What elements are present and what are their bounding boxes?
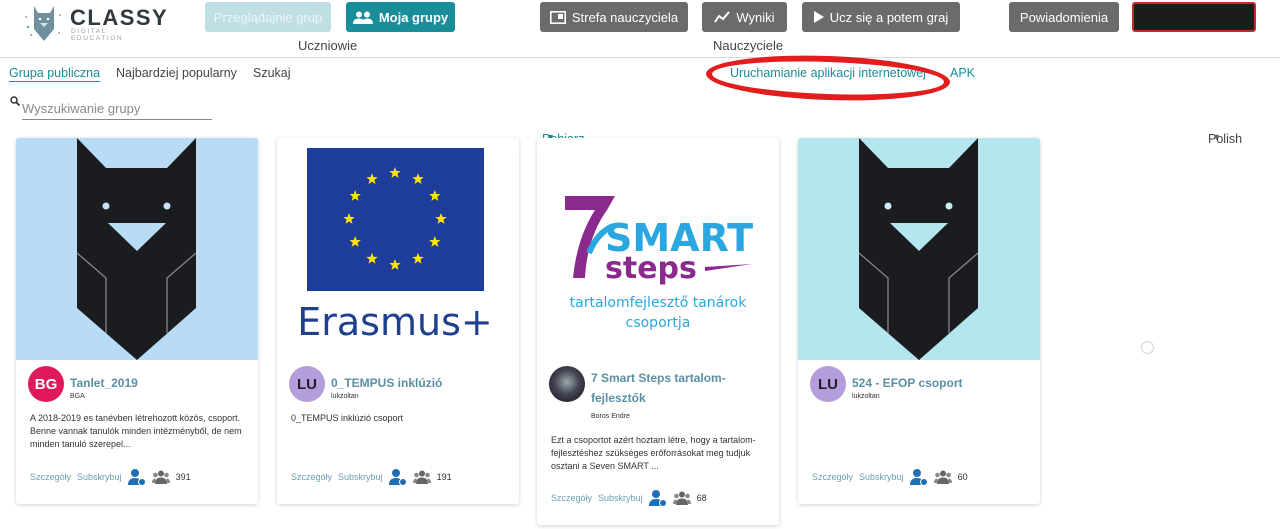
members-icon <box>672 491 691 505</box>
results-label: Wyniki <box>736 9 775 25</box>
fox-mascot-icon <box>858 138 979 360</box>
group-search-input[interactable] <box>22 98 212 120</box>
teachers-group-label: Nauczyciele <box>713 38 784 53</box>
group-owner: lukzoltan <box>852 393 880 400</box>
member-count: 191 <box>436 472 452 482</box>
smart-steps-subtitle-1: tartalomfejlesztő tanárok <box>570 295 748 311</box>
avatar: LU <box>810 366 846 402</box>
group-title[interactable]: 0_TEMPUS inklúzió <box>331 373 511 393</box>
subscribe-link[interactable]: Subskrybuj <box>859 472 904 482</box>
group-description: A 2018-2019 es tanévben létrehozott közö… <box>30 413 242 449</box>
fox-logo-icon <box>25 6 61 41</box>
group-owner: BGA <box>70 393 85 400</box>
group-card[interactable]: SMART steps tartalomfejlesztő tanárok cs… <box>537 138 779 525</box>
members-icon <box>933 470 952 484</box>
apk-link[interactable]: APK <box>950 66 975 80</box>
card-actions: Szczegóły Subskrybuj 60 <box>812 468 968 486</box>
members-icon <box>151 470 170 484</box>
results-button[interactable]: Wyniki <box>702 2 787 32</box>
account-button[interactable] <box>1132 2 1256 32</box>
member-count: 391 <box>175 472 191 482</box>
card-actions: Szczegóły Subskrybuj 391 <box>30 468 191 486</box>
group-owner: lukzoltan <box>331 393 359 400</box>
details-link[interactable]: Szczegóły <box>551 493 592 503</box>
members-icon <box>412 470 431 484</box>
group-description: Ezt a csoportot azért hoztam létre, hogy… <box>551 435 756 471</box>
chart-line-icon <box>714 11 731 23</box>
member-count: 68 <box>696 493 707 503</box>
learn-then-play-button[interactable]: Ucz się a potem graj <box>802 2 960 32</box>
teacher-zone-label: Strefa nauczyciela <box>571 9 679 25</box>
details-link[interactable]: Szczegóły <box>30 472 71 482</box>
notifications-button[interactable]: Powiadomienia <box>1009 2 1119 32</box>
subscribe-user-icon[interactable] <box>388 468 407 486</box>
web-app-link[interactable]: Uruchamianie aplikacji internetowej <box>730 66 926 80</box>
avatar-photo <box>549 366 585 402</box>
subscribe-link[interactable]: Subskrybuj <box>338 472 383 482</box>
tab-search[interactable]: Szukaj <box>253 66 291 80</box>
subscribe-link[interactable]: Subskrybuj <box>77 472 122 482</box>
card-actions: Szczegóły Subskrybuj 191 <box>291 468 452 486</box>
group-description: 0_TEMPUS inklúzió csoport <box>291 413 404 423</box>
group-card[interactable]: LU 524 - EFOP csoport lukzoltan Szczegół… <box>798 138 1040 504</box>
group-card[interactable]: BG Tanlet_2019 BGA A 2018-2019 es tanévb… <box>16 138 258 504</box>
classy-logo[interactable]: CLASSY DIGITAL EDUCATION <box>22 3 167 43</box>
panel-icon <box>549 10 566 24</box>
eu-flag-icon: Erasmus+ <box>297 148 493 344</box>
group-search <box>10 96 214 122</box>
browse-groups-button[interactable]: Przeglądajnie grup <box>205 2 331 32</box>
subscribe-user-icon[interactable] <box>909 468 928 486</box>
tab-most-popular[interactable]: Najbardziej popularny <box>116 66 237 80</box>
subscribe-user-icon[interactable] <box>127 468 146 486</box>
tab-public-group[interactable]: Grupa publiczna <box>9 66 101 82</box>
erasmus-wordmark: Erasmus+ <box>297 300 492 344</box>
top-bar: CLASSY DIGITAL EDUCATION Przeglądajnie g… <box>0 0 1280 58</box>
fox-mascot-icon <box>76 138 197 360</box>
group-card[interactable]: Erasmus+ LU 0_TEMPUS inklúzió lukzoltan … <box>277 138 519 504</box>
subscribe-link[interactable]: Subskrybuj <box>598 493 643 503</box>
avatar: BG <box>28 366 64 402</box>
play-icon <box>813 11 824 23</box>
caret-down-icon: ▼ <box>1212 132 1221 142</box>
group-owner: Boros Endre <box>591 413 630 420</box>
avatar: LU <box>289 366 325 402</box>
group-title[interactable]: 524 - EFOP csoport <box>852 373 1032 393</box>
card-actions: Szczegóły Subskrybuj 68 <box>551 489 707 507</box>
group-image <box>798 138 1040 360</box>
details-link[interactable]: Szczegóły <box>812 472 853 482</box>
students-group-label: Uczniowie <box>298 38 358 53</box>
member-count: 60 <box>957 472 968 482</box>
smart-steps-subtitle-2: csoportja <box>626 315 691 331</box>
my-groups-label: Moja grupy <box>378 9 449 25</box>
people-icon <box>352 11 373 24</box>
group-title[interactable]: Tanlet_2019 <box>70 373 250 393</box>
subscribe-user-icon[interactable] <box>648 489 667 507</box>
logo-tagline: DIGITAL EDUCATION <box>71 28 124 42</box>
teacher-zone-button[interactable]: Strefa nauczyciela <box>540 2 688 32</box>
learn-then-play-label: Ucz się a potem graj <box>829 9 949 25</box>
steps-wordmark: steps <box>605 251 697 286</box>
group-image <box>16 138 258 360</box>
smart-steps-logo-icon: SMART steps tartalomfejlesztő tanárok cs… <box>565 196 753 331</box>
my-groups-button[interactable]: Moja grupy <box>346 2 455 32</box>
group-title[interactable]: 7 Smart Steps tartalom-fejlesztők <box>591 368 771 408</box>
group-image: Erasmus+ <box>277 138 519 360</box>
details-link[interactable]: Szczegóły <box>291 472 332 482</box>
group-image: SMART steps tartalomfejlesztő tanárok cs… <box>537 138 779 360</box>
search-icon <box>10 96 21 109</box>
browse-groups-label: Przeglądajnie grup <box>213 9 323 25</box>
notifications-label: Powiadomienia <box>1019 9 1109 25</box>
loading-spinner-icon <box>1141 341 1154 354</box>
